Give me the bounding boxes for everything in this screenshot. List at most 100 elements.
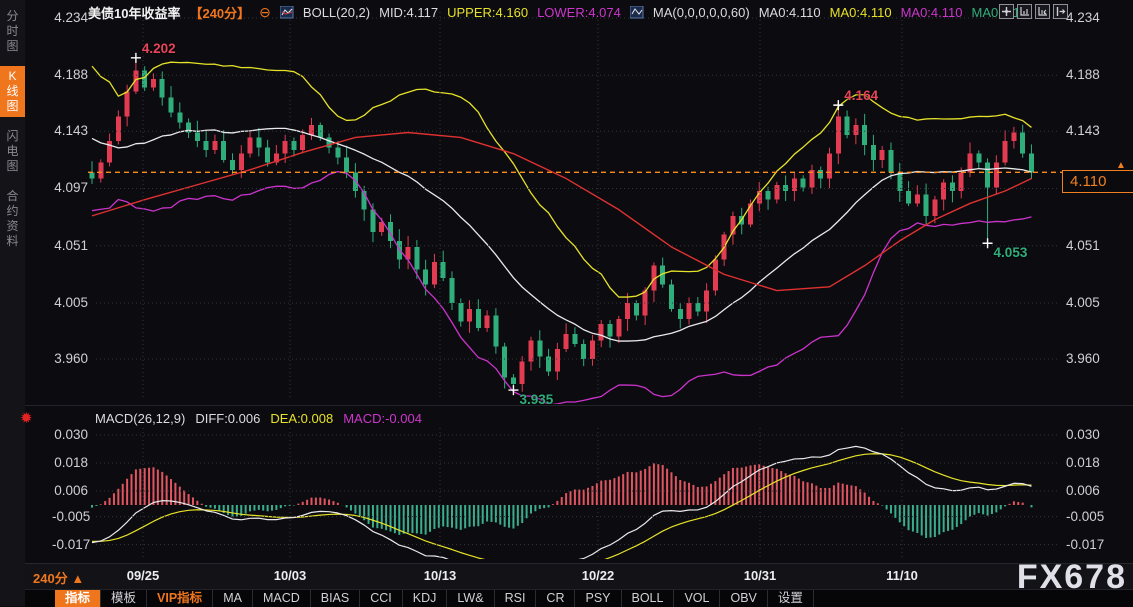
date-tick-label: 11/10 bbox=[886, 568, 918, 583]
sidebar-item-char: 资 bbox=[6, 219, 18, 234]
tab-bias[interactable]: BIAS bbox=[311, 590, 361, 607]
macd-axis-label: -0.017 bbox=[1066, 537, 1104, 552]
axis-scale-left-icon[interactable] bbox=[1017, 4, 1032, 19]
tab-kdj[interactable]: KDJ bbox=[403, 590, 448, 607]
extreme-price-label: 4.053 bbox=[994, 245, 1028, 260]
price-axis-label: 4.188 bbox=[1066, 67, 1100, 82]
boll-upper-value: UPPER:4.160 bbox=[447, 5, 528, 20]
top-info-bar: 美债10年收益率 【240分】 ⊖ BOLL(20,2) MID:4.117 U… bbox=[88, 3, 1020, 21]
sidebar-item-char: 约 bbox=[6, 204, 18, 219]
current-price-tag: 4.110 bbox=[1062, 170, 1133, 193]
indicator-tabbar: 指标模板VIP指标MAMACDBIASCCIKDJLW&RSICRPSYBOLL… bbox=[25, 589, 1133, 607]
tab-indicator[interactable]: 指标 bbox=[55, 590, 101, 607]
collapse-icon[interactable]: ⊖ bbox=[259, 6, 271, 18]
tab-rsi[interactable]: RSI bbox=[495, 590, 537, 607]
boll-lower-value: LOWER:4.074 bbox=[537, 5, 621, 20]
macd-params: MACD(26,12,9) bbox=[95, 411, 185, 426]
sidebar-item-timeshare[interactable]: 分时图 bbox=[0, 6, 25, 57]
macd-axis-label: 0.030 bbox=[1066, 427, 1100, 442]
extreme-price-label: 4.202 bbox=[142, 41, 176, 56]
tab-vol[interactable]: VOL bbox=[674, 590, 720, 607]
tab-cci[interactable]: CCI bbox=[360, 590, 403, 607]
sidebar-item-char: 闪 bbox=[6, 129, 18, 144]
sidebar-item-lightning[interactable]: 闪电图 bbox=[0, 126, 25, 177]
tab-macd[interactable]: MACD bbox=[253, 590, 311, 607]
price-axis-label: 4.234 bbox=[52, 10, 88, 25]
period-badge[interactable]: 【240分】 bbox=[189, 3, 250, 22]
price-axis-label: 3.960 bbox=[1066, 351, 1100, 366]
price-axis-label: 4.005 bbox=[1066, 295, 1100, 310]
pan-right-icon[interactable] bbox=[1053, 4, 1068, 19]
date-tick-label: 10/22 bbox=[582, 568, 615, 583]
panel-divider bbox=[25, 405, 1133, 406]
left-sidebar: 分时图K线图闪电图合约资料 bbox=[0, 0, 25, 606]
macd-axis-label: 0.018 bbox=[1066, 455, 1100, 470]
macd-axis-label: 0.006 bbox=[52, 483, 88, 498]
date-tick-label: 10/03 bbox=[274, 568, 307, 583]
ma-indicator-icon bbox=[630, 6, 644, 19]
date-tick-label: 10/31 bbox=[744, 568, 777, 583]
macd-label-row: MACD(26,12,9) DIFF:0.006 DEA:0.008 MACD:… bbox=[95, 411, 422, 426]
sidebar-item-char: K bbox=[8, 69, 16, 84]
price-axis-label: 4.143 bbox=[1066, 123, 1100, 138]
tab-boll[interactable]: BOLL bbox=[622, 590, 675, 607]
price-axis-label: 4.234 bbox=[1066, 10, 1100, 25]
sidebar-item-kline[interactable]: K线图 bbox=[0, 66, 25, 117]
sidebar-item-char: 图 bbox=[6, 159, 18, 174]
crosshair-tool-icon[interactable] bbox=[999, 4, 1014, 19]
tab-template[interactable]: 模板 bbox=[101, 590, 147, 607]
price-axis-label: 4.051 bbox=[1066, 238, 1100, 253]
xaxis-row: 240分 ▲ 09/25 10/03 10/13 10/22 10/31 11/10 bbox=[25, 563, 1133, 590]
extreme-price-label: 4.164 bbox=[844, 88, 878, 103]
price-axis-label: 3.960 bbox=[52, 351, 88, 366]
macd-diff-value: DIFF:0.006 bbox=[195, 411, 260, 426]
tab-psy[interactable]: PSY bbox=[575, 590, 621, 607]
boll-mid-value: MID:4.117 bbox=[379, 5, 438, 20]
chart-toolbar bbox=[999, 4, 1068, 19]
tab-cr[interactable]: CR bbox=[536, 590, 575, 607]
alarm-indicator-icon[interactable]: ✹ bbox=[20, 409, 33, 427]
tab-obv[interactable]: OBV bbox=[720, 590, 767, 607]
macd-axis-label: -0.017 bbox=[52, 537, 88, 552]
extreme-price-label: 3.935 bbox=[519, 392, 553, 407]
price-arrow-icon: ▲ bbox=[1116, 160, 1126, 171]
ma-label: MA(0,0,0,0,0,60) bbox=[653, 5, 750, 20]
macd-axis-label: 0.006 bbox=[1066, 483, 1100, 498]
date-tick-label: 09/25 bbox=[127, 568, 160, 583]
symbol-title: 美债10年收益率 bbox=[88, 3, 180, 22]
sidebar-item-char: 电 bbox=[6, 144, 18, 159]
ma-value-2: MA0:4.110 bbox=[830, 5, 892, 20]
chart-canvas[interactable] bbox=[0, 0, 1133, 606]
axis-scale-right-icon[interactable] bbox=[1035, 4, 1050, 19]
macd-axis-label: 0.030 bbox=[52, 427, 88, 442]
chevron-up-icon: ▲ bbox=[71, 571, 84, 586]
sidebar-item-char: 时 bbox=[6, 24, 18, 39]
period-selector[interactable]: 240分 ▲ bbox=[33, 568, 84, 587]
sidebar-item-char: 图 bbox=[6, 39, 18, 54]
tab-lwr[interactable]: LW& bbox=[447, 590, 494, 607]
sidebar-item-char: 料 bbox=[6, 234, 18, 249]
tab-settings[interactable]: 设置 bbox=[768, 590, 814, 607]
sidebar-item-char: 分 bbox=[6, 9, 18, 24]
macd-dea-value: DEA:0.008 bbox=[270, 411, 333, 426]
tab-vip-indicator[interactable]: VIP指标 bbox=[147, 590, 213, 607]
boll-label: BOLL(20,2) bbox=[303, 5, 370, 20]
boll-indicator-icon bbox=[280, 6, 294, 19]
price-axis-label: 4.051 bbox=[52, 238, 88, 253]
macd-axis-label: -0.005 bbox=[1066, 509, 1104, 524]
price-axis-label: 4.097 bbox=[52, 180, 88, 195]
price-axis-label: 4.005 bbox=[52, 295, 88, 310]
tab-ma[interactable]: MA bbox=[213, 590, 253, 607]
macd-macd-value: MACD:-0.004 bbox=[343, 411, 422, 426]
sidebar-item-contract-info[interactable]: 合约资料 bbox=[0, 186, 25, 252]
ma-value-1: MA0:4.110 bbox=[759, 5, 821, 20]
macd-axis-label: 0.018 bbox=[52, 455, 88, 470]
date-tick-label: 10/13 bbox=[424, 568, 457, 583]
watermark: FX678 bbox=[1017, 558, 1127, 597]
price-axis-label: 4.143 bbox=[52, 123, 88, 138]
sidebar-item-char: 图 bbox=[6, 99, 18, 114]
macd-axis-label: -0.005 bbox=[52, 509, 88, 524]
sidebar-item-char: 合 bbox=[6, 189, 18, 204]
ma-value-3: MA0:4.110 bbox=[901, 5, 963, 20]
sidebar-item-char: 线 bbox=[6, 84, 18, 99]
